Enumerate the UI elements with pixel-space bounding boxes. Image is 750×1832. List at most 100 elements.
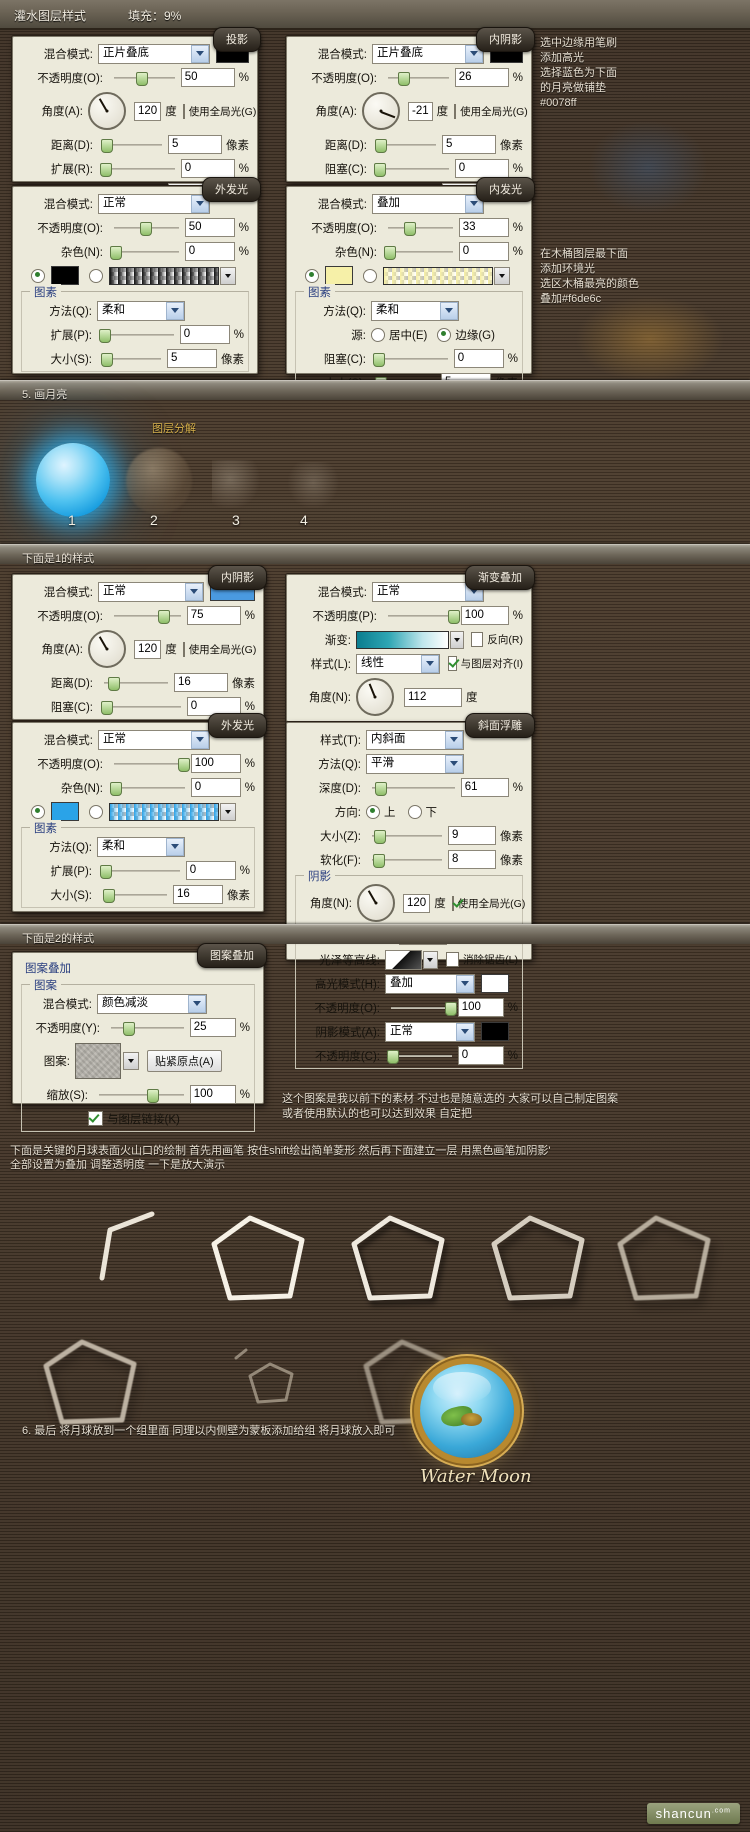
row-source[interactable]: 源: 居中(E) 边缘(G) — [300, 324, 518, 345]
input-opacity[interactable]: 26 — [454, 68, 509, 87]
input-opacity[interactable]: 25 — [189, 1018, 236, 1037]
slider-opacity[interactable] — [114, 608, 181, 624]
slider-size[interactable] — [372, 828, 442, 844]
input-distance[interactable]: 5 — [442, 135, 496, 154]
panel-pattern-overlay[interactable]: 图案叠加 图案叠加 图案 混合模式: 颜色减淡 不透明度(Y): 25 % 图案… — [12, 943, 267, 1132]
checkbox-link-with-layer[interactable] — [88, 1111, 103, 1126]
select-highlight-mode[interactable]: 叠加 — [385, 973, 475, 994]
glow-gradient-preview[interactable] — [109, 266, 219, 285]
select-blend-mode[interactable]: 正片叠底 — [372, 43, 484, 64]
row-depth[interactable]: 深度(D): 61 % — [295, 777, 523, 798]
input-spread[interactable]: 0 — [180, 159, 235, 178]
gradient-dropdown-icon[interactable] — [220, 266, 236, 285]
contour-preview[interactable] — [385, 949, 423, 970]
input-spread[interactable]: 0 — [185, 861, 236, 880]
slider-noise[interactable] — [110, 780, 185, 796]
row-noise[interactable]: 杂色(N): 0 % — [21, 241, 249, 262]
slider-opacity[interactable] — [111, 1020, 184, 1036]
input-opacity[interactable]: 50 — [184, 218, 235, 237]
slider-size[interactable] — [103, 887, 167, 903]
slider-soften[interactable] — [372, 852, 442, 868]
select-style[interactable]: 线性 — [356, 653, 440, 674]
input-opacity[interactable]: 50 — [180, 68, 235, 87]
panel-tab-outer-glow-2[interactable]: 外发光 — [208, 713, 267, 738]
row-opacity[interactable]: 不透明度(O): 33 % — [295, 217, 523, 238]
radio-center[interactable] — [371, 327, 385, 342]
input-shading-angle[interactable]: 120 — [403, 893, 431, 913]
select-technique[interactable]: 柔和 — [371, 300, 459, 321]
slider-distance[interactable] — [104, 675, 168, 691]
row-technique[interactable]: 方法(Q): 柔和 — [26, 836, 250, 857]
select-technique[interactable]: 柔和 — [97, 300, 185, 321]
slider-spread[interactable] — [100, 161, 175, 177]
input-shadow-opacity[interactable]: 0 — [457, 1046, 504, 1065]
radio-gradient[interactable] — [89, 804, 103, 819]
row-technique[interactable]: 方法(Q): 柔和 — [26, 300, 244, 321]
checkbox-global-light[interactable] — [182, 641, 185, 657]
input-angle[interactable]: 112 — [404, 687, 462, 707]
input-opacity[interactable]: 33 — [458, 218, 509, 237]
row-shadow-opacity[interactable]: 不透明度(C): 0 % — [300, 1045, 518, 1066]
input-opacity[interactable]: 100 — [460, 606, 509, 625]
row-gloss-contour[interactable]: 光泽等高线: 消除锯齿(L) — [300, 949, 518, 970]
panel-inner-shadow-2[interactable]: 内阴影 混合模式: 正常 不透明度(O): 75 % 角度(A): 120 度 … — [12, 565, 267, 740]
slider-noise[interactable] — [110, 244, 179, 260]
row-pattern[interactable]: 图案: 贴紧原点(A) — [26, 1041, 250, 1081]
row-opacity[interactable]: 不透明度(P): 100 % — [295, 605, 523, 626]
row-spread[interactable]: 扩展(P): 0 % — [26, 324, 244, 345]
panel-outer-glow-2[interactable]: 外发光 混合模式: 正常 不透明度(O): 100 % 杂色(N): 0 % 图… — [12, 713, 267, 912]
panel-drop-shadow[interactable]: 投影 混合模式: 正片叠底 不透明度(O): 50 % 角度(A): 120 度… — [12, 27, 261, 202]
input-opacity[interactable]: 75 — [186, 606, 241, 625]
snap-to-origin-button[interactable]: 贴紧原点(A) — [147, 1050, 222, 1072]
row-noise[interactable]: 杂色(N): 0 % — [21, 777, 255, 798]
input-angle[interactable]: 120 — [134, 639, 162, 659]
select-blend-mode[interactable]: 正常 — [98, 193, 210, 214]
row-choke[interactable]: 阻塞(C): 0 % — [300, 348, 518, 369]
row-link-with-layer[interactable]: 与图层链接(K) — [26, 1108, 250, 1129]
row-opacity[interactable]: 不透明度(Y): 25 % — [26, 1017, 250, 1038]
select-shadow-mode[interactable]: 正常 — [385, 1021, 475, 1042]
row-blend-mode[interactable]: 混合模式: 颜色减淡 — [26, 993, 250, 1014]
select-blend-mode[interactable]: 颜色减淡 — [97, 993, 207, 1014]
gradient-dropdown-icon[interactable] — [449, 630, 464, 649]
input-choke[interactable]: 0 — [453, 349, 504, 368]
radio-edge[interactable] — [437, 327, 452, 342]
row-spread[interactable]: 扩展(P): 0 % — [26, 860, 250, 881]
panel-tab-pattern-overlay[interactable]: 图案叠加 — [197, 943, 267, 968]
panel-tab-inner-shadow-2[interactable]: 内阴影 — [208, 565, 267, 590]
select-blend-mode[interactable]: 正常 — [98, 581, 204, 602]
select-technique[interactable]: 柔和 — [97, 836, 185, 857]
radio-down[interactable] — [407, 804, 422, 819]
checkbox-antialias[interactable] — [445, 952, 460, 967]
shadow-color-swatch[interactable] — [481, 1022, 509, 1041]
glow-color-swatch[interactable] — [51, 802, 79, 821]
contour-dropdown-icon[interactable] — [423, 950, 438, 969]
angle-dial[interactable] — [357, 884, 395, 922]
row-opacity[interactable]: 不透明度(O): 50 % — [21, 217, 249, 238]
glow-color-swatch[interactable] — [325, 266, 353, 285]
glow-gradient-preview[interactable] — [383, 266, 493, 285]
slider-noise[interactable] — [384, 244, 453, 260]
row-direction[interactable]: 方向: 上 下 — [295, 801, 523, 822]
slider-depth[interactable] — [372, 780, 455, 796]
input-angle[interactable]: -21 — [408, 101, 433, 121]
select-blend-mode[interactable]: 正片叠底 — [98, 43, 210, 64]
checkbox-global-light[interactable] — [182, 103, 185, 119]
row-noise[interactable]: 杂色(N): 0 % — [295, 241, 523, 262]
row-shadow-mode[interactable]: 阴影模式(A): 正常 — [300, 1021, 518, 1042]
row-highlight-opacity[interactable]: 不透明度(O): 100 % — [300, 997, 518, 1018]
angle-dial[interactable] — [88, 630, 126, 668]
input-spread[interactable]: 0 — [179, 325, 230, 344]
checkbox-reverse[interactable] — [470, 632, 484, 647]
slider-choke[interactable] — [100, 699, 181, 715]
slider-opacity[interactable] — [388, 70, 449, 86]
row-style[interactable]: 样式(L): 线性 与图层对齐(I) — [295, 653, 523, 674]
gradient-dropdown-icon[interactable] — [494, 266, 510, 285]
panel-tab-inner-shadow[interactable]: 内阴影 — [476, 27, 535, 52]
row-size[interactable]: 大小(S): 5 像素 — [26, 348, 244, 369]
input-distance[interactable]: 16 — [174, 673, 228, 692]
glow-color-swatch[interactable] — [51, 266, 79, 285]
input-noise[interactable]: 0 — [184, 242, 235, 261]
slider-opacity[interactable] — [114, 70, 175, 86]
panel-inner-shadow[interactable]: 内阴影 混合模式: 正片叠底 不透明度(O): 26 % 角度(A): -21 … — [286, 27, 535, 202]
